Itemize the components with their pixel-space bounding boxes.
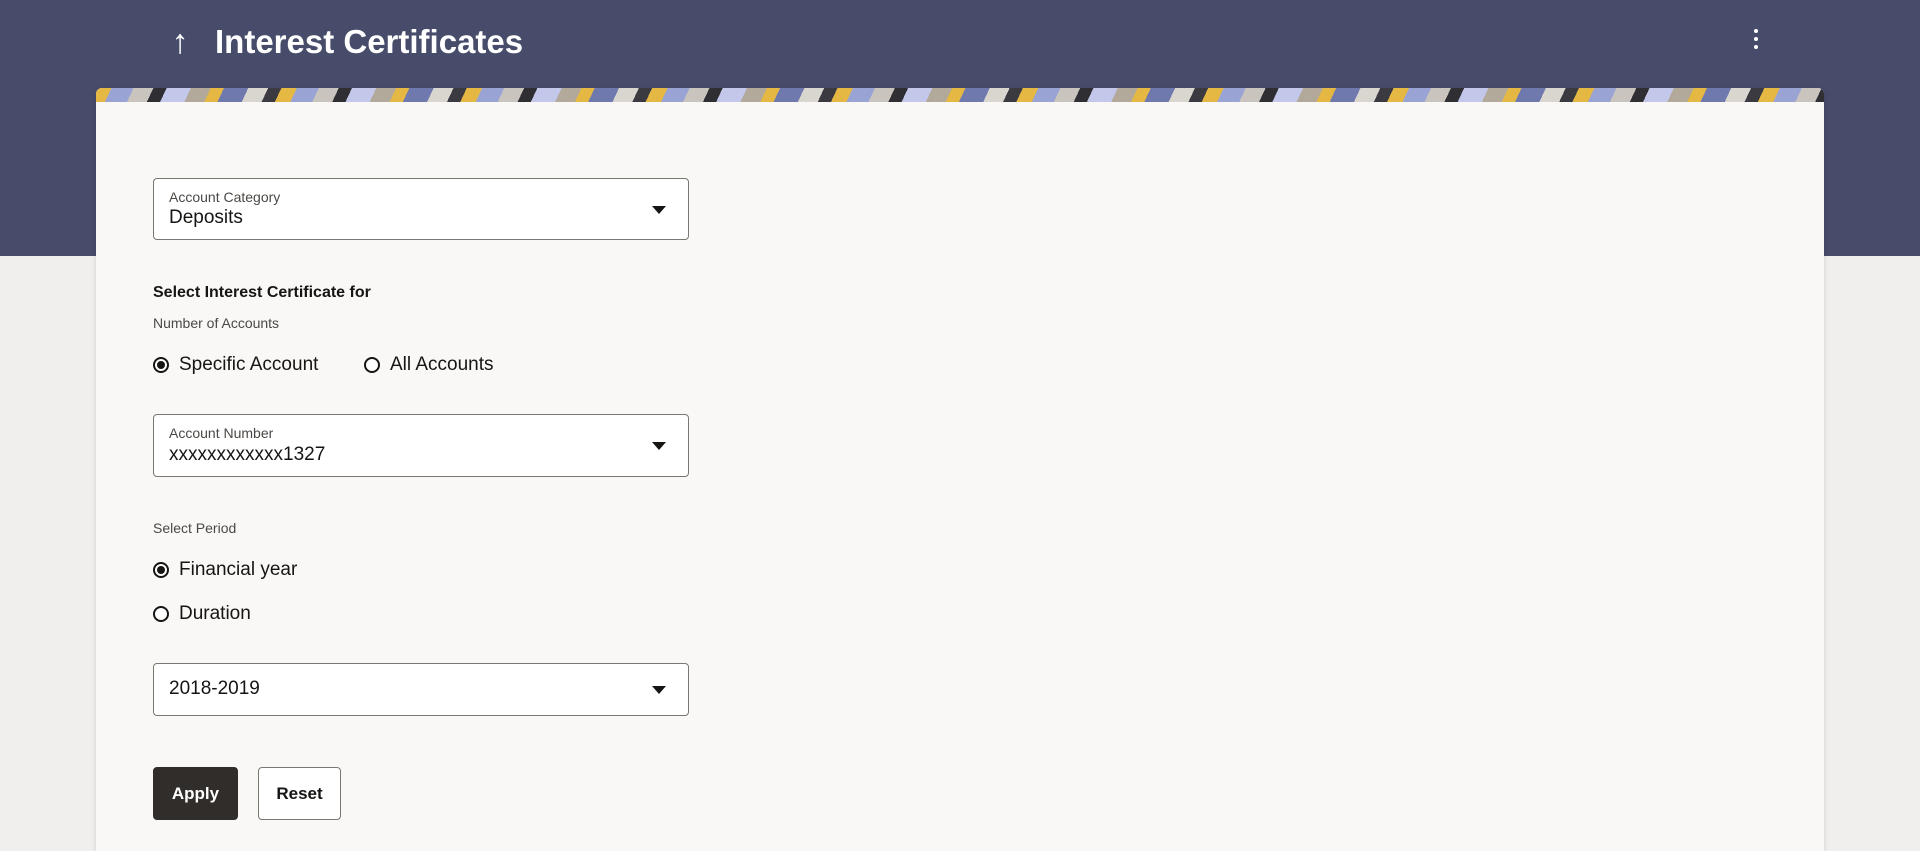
radio-label: Duration (179, 603, 251, 624)
kebab-dot (1754, 29, 1758, 33)
account-number-value: xxxxxxxxxxxx1327 (169, 444, 326, 465)
radio-checked-icon (153, 357, 169, 373)
decorative-banner (96, 88, 1824, 102)
kebab-dot (1754, 45, 1758, 49)
page-title: Interest Certificates (215, 23, 524, 60)
radio-checked-icon (153, 562, 169, 578)
radio-unchecked-icon (364, 357, 380, 373)
radio-unchecked-icon (153, 606, 169, 622)
financial-year-value: 2018-2019 (169, 678, 260, 699)
arrow-up-icon[interactable]: ↑ (160, 20, 200, 64)
section-heading: Select Interest Certificate for (153, 284, 371, 301)
radio-label: Specific Account (179, 354, 319, 375)
radio-label: Financial year (179, 559, 298, 580)
chevron-down-icon (652, 206, 666, 214)
radio-specific-account[interactable]: Specific Account (153, 352, 318, 378)
chevron-down-icon (652, 686, 666, 694)
chevron-down-icon (652, 442, 666, 450)
financial-year-select[interactable]: 2018-2019 (153, 663, 689, 716)
radio-label: All Accounts (390, 354, 494, 375)
radio-financial-year[interactable]: Financial year (153, 557, 297, 583)
reset-button[interactable]: Reset (258, 767, 341, 820)
kebab-menu-icon[interactable] (1744, 26, 1768, 56)
account-category-label: Account Category (169, 189, 281, 205)
number-of-accounts-label: Number of Accounts (153, 315, 280, 331)
select-period-label: Select Period (153, 520, 237, 536)
account-number-label: Account Number (169, 425, 274, 441)
radio-all-accounts[interactable]: All Accounts (364, 352, 494, 378)
account-number-select[interactable]: Account Number xxxxxxxxxxxx1327 (153, 414, 689, 477)
kebab-dot (1754, 37, 1758, 41)
apply-button[interactable]: Apply (153, 767, 238, 820)
radio-duration[interactable]: Duration (153, 601, 251, 627)
account-category-value: Deposits (169, 207, 243, 228)
account-category-select[interactable]: Account Category Deposits (153, 178, 689, 240)
